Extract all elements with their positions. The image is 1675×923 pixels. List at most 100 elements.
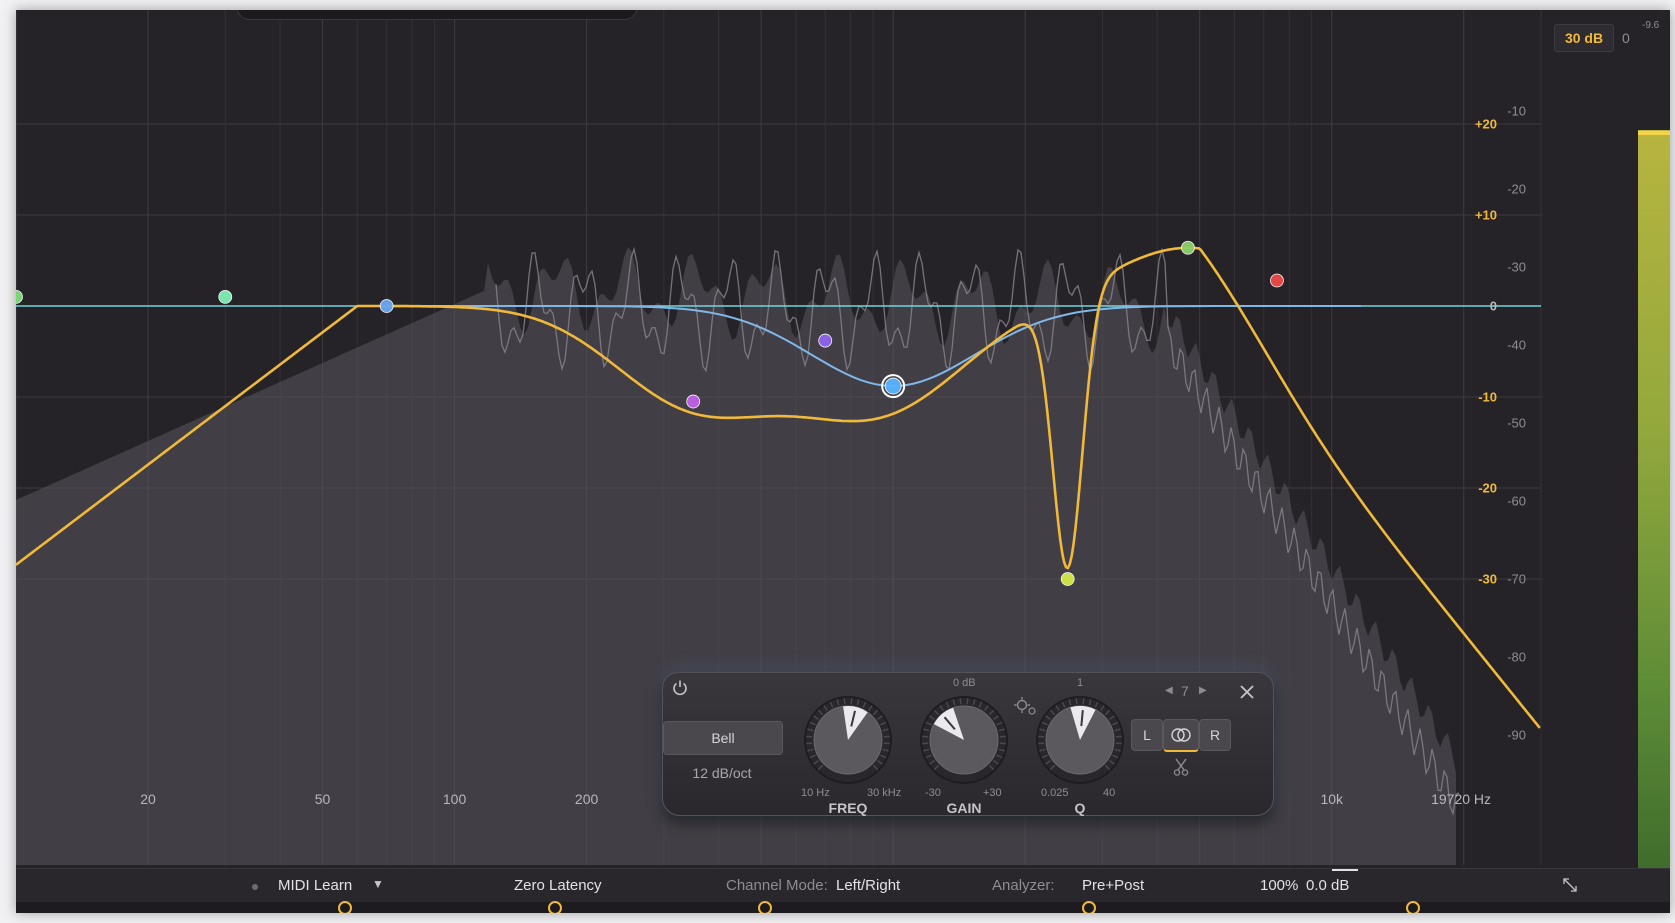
q-caption: Q — [1074, 800, 1086, 816]
slope-label[interactable]: 12 dB/oct — [663, 765, 781, 781]
gain-caption: GAIN — [946, 800, 982, 816]
strip-knob[interactable] — [1082, 901, 1096, 913]
q-min-label: 0.025 — [1041, 787, 1069, 799]
band-node[interactable] — [881, 374, 906, 399]
strip-knob[interactable] — [758, 901, 772, 913]
gear-icon[interactable] — [1013, 695, 1037, 717]
knob-tick — [843, 698, 846, 705]
knob-tick — [966, 698, 969, 705]
knob-tick — [1082, 698, 1085, 705]
knob-tick — [1038, 735, 1045, 738]
filter-shape-button[interactable]: Bell — [663, 721, 783, 755]
analyzer-tick-label: -40 — [1507, 337, 1526, 353]
top-tab — [236, 10, 638, 20]
gain-min-label: -30 — [925, 787, 941, 799]
gain-tick-label: -30 — [1478, 571, 1497, 587]
stereo-right-button[interactable]: R — [1199, 719, 1231, 751]
q-knob[interactable] — [1035, 695, 1125, 785]
scissors-icon[interactable] — [1171, 757, 1191, 777]
freq-tick-label: 50 — [314, 791, 331, 807]
gain-tick-label: -10 — [1478, 389, 1497, 405]
close-icon[interactable] — [1238, 683, 1256, 701]
analyzer-tick-label: -70 — [1507, 571, 1526, 587]
strip-knob[interactable] — [1406, 901, 1420, 913]
meter-peak-line — [1638, 131, 1670, 135]
band-node[interactable] — [16, 290, 23, 304]
meter-top-label: 0 — [1622, 30, 1630, 46]
channel-mode-value[interactable]: Left/Right — [836, 877, 900, 894]
q-max-label: 40 — [1103, 787, 1116, 799]
q-center-label: 1 — [1077, 677, 1084, 689]
display-range-button[interactable]: 30 dB — [1554, 24, 1614, 52]
power-icon — [673, 680, 687, 696]
band-prev-button[interactable]: ◀ — [1165, 685, 1173, 696]
channel-mode-label: Channel Mode: — [726, 877, 828, 894]
band-node[interactable] — [1270, 273, 1284, 288]
output-level-meter — [1638, 130, 1670, 878]
freq-knob[interactable] — [803, 695, 893, 785]
latency-button[interactable]: Zero Latency — [514, 877, 602, 894]
band-node[interactable] — [1181, 240, 1195, 255]
analyzer-tick-label: -90 — [1507, 727, 1526, 743]
analyzer-value[interactable]: Pre+Post — [1082, 877, 1144, 894]
midi-learn-dot — [252, 884, 258, 890]
band-node[interactable] — [379, 299, 394, 313]
meter-peak-label: -9.6 — [1642, 20, 1660, 31]
knob-tick — [999, 735, 1006, 738]
knob-tick — [1038, 742, 1045, 745]
gain-knob[interactable] — [919, 695, 1009, 785]
resize-icon[interactable] — [1562, 877, 1578, 893]
output-gain-value[interactable]: 0.0 dB — [1306, 877, 1349, 894]
midi-learn-dropdown-icon[interactable]: ▼ — [372, 877, 384, 891]
band-node[interactable] — [1060, 572, 1075, 586]
analyzer-tick-label: -30 — [1507, 259, 1526, 275]
strip-knob[interactable] — [338, 901, 352, 913]
eq-display[interactable]: 20501002005001k2k5k10k19720 Hz+20+100-10… — [16, 10, 1670, 913]
analyzer-tick-label: -80 — [1507, 649, 1526, 665]
knob-tick — [1115, 742, 1122, 745]
gain-tick-label: -20 — [1478, 480, 1497, 496]
gain-tick-label: 0 — [1489, 298, 1497, 314]
band-strip — [16, 902, 1670, 913]
gain-tick-label: +10 — [1474, 207, 1497, 223]
gain-tick-label: +20 — [1474, 116, 1497, 132]
knob-tick — [1075, 698, 1078, 705]
analyzer-label: Analyzer: — [992, 877, 1055, 894]
band-node-dot — [218, 289, 233, 304]
analyzer-tick-label: -10 — [1507, 103, 1526, 119]
band-node-dot — [1060, 572, 1075, 586]
freq-tick-label: 19720 Hz — [1431, 791, 1492, 807]
knob-tick — [1115, 735, 1122, 738]
band-node-dot — [818, 333, 833, 348]
analyzer-tick-label: -50 — [1507, 415, 1526, 431]
strip-knob[interactable] — [548, 901, 562, 913]
analyzer-tick-label: -60 — [1507, 493, 1526, 509]
knob-tick — [959, 698, 962, 705]
gain-center-label: 0 dB — [953, 677, 976, 689]
stereo-left-button[interactable]: L — [1131, 719, 1163, 751]
band-power-button[interactable] — [669, 677, 691, 699]
knob-tick — [850, 698, 853, 705]
output-gain-highlight — [1332, 869, 1358, 871]
freq-tick-label: 10k — [1320, 791, 1344, 807]
band-node-dot — [1270, 273, 1284, 288]
band-node[interactable] — [686, 394, 701, 409]
band-node[interactable] — [218, 289, 233, 304]
band-number: 7 — [1181, 683, 1189, 699]
band-node-dot — [16, 290, 23, 304]
knob-tick — [806, 742, 813, 745]
zoom-value[interactable]: 100% — [1260, 877, 1298, 894]
freq-tick-label: 100 — [442, 791, 467, 807]
midi-learn-button[interactable]: MIDI Learn — [278, 877, 352, 894]
analyzer-tick-label: -20 — [1507, 181, 1526, 197]
band-node-dot — [884, 377, 902, 395]
knob-tick — [883, 735, 890, 738]
band-node[interactable] — [818, 333, 833, 348]
stereo-link-button[interactable] — [1163, 719, 1199, 752]
freq-max-label: 30 kHz — [867, 787, 902, 799]
freq-tick-label: 200 — [574, 791, 599, 807]
knob-tick — [806, 735, 813, 738]
band-next-button[interactable]: ▶ — [1199, 685, 1207, 696]
stereo-link-icon — [1171, 728, 1191, 742]
knob-tick — [999, 742, 1006, 745]
